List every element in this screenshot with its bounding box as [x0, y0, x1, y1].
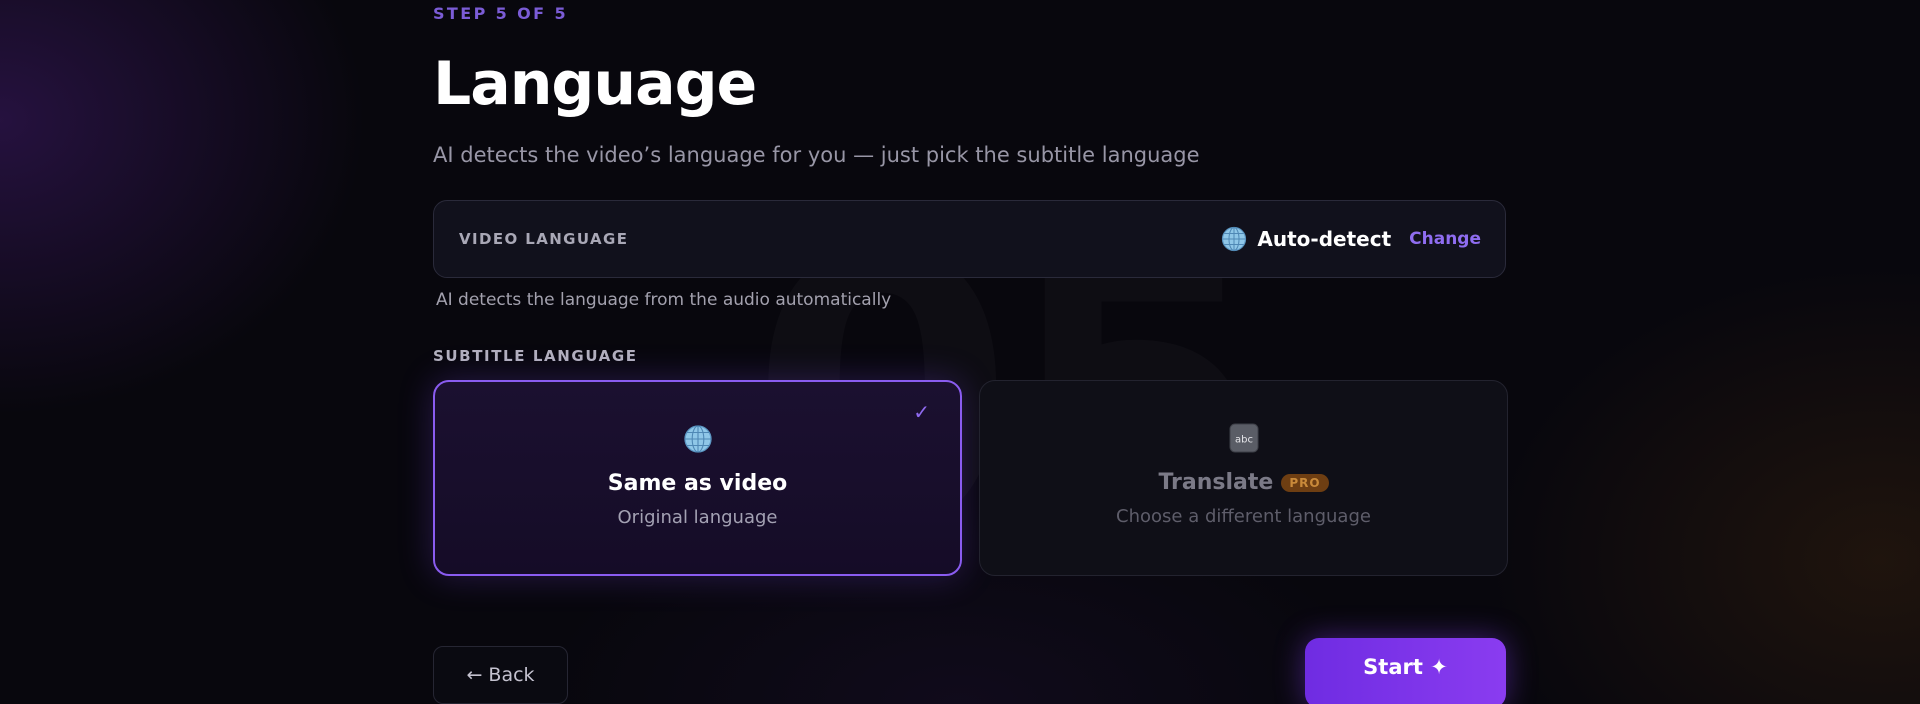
back-button[interactable]: ← Back	[433, 646, 568, 704]
onboarding-page: 05 STEP 5 OF 5 Language AI detects the v…	[0, 0, 1920, 704]
page-title: Language	[433, 49, 757, 119]
video-language-hint: AI detects the language from the audio a…	[436, 290, 892, 310]
option-title: Translate PRO	[1158, 470, 1329, 495]
step-indicator: STEP 5 OF 5	[433, 4, 569, 23]
change-video-language-link[interactable]: Change	[1409, 229, 1481, 249]
globe-icon	[683, 424, 713, 454]
pro-badge: PRO	[1281, 473, 1329, 492]
subtitle-language-label: SUBTITLE LANGUAGE	[433, 347, 638, 365]
start-button[interactable]: Start ✦	[1305, 638, 1506, 704]
subtitle-option-same-as-video[interactable]: ✓ Same as video Original language	[433, 380, 962, 576]
option-description: Choose a different language	[1116, 506, 1371, 527]
abc-icon: abc	[1229, 423, 1259, 453]
video-language-value: Auto-detect	[1257, 227, 1392, 251]
video-language-value-group: Auto-detect Change	[1221, 226, 1481, 252]
video-language-label: VIDEO LANGUAGE	[459, 230, 629, 248]
globe-icon	[1221, 226, 1247, 252]
video-language-row: VIDEO LANGUAGE Auto-detect Change	[433, 200, 1506, 278]
option-title: Same as video	[607, 471, 788, 496]
subtitle-option-translate[interactable]: abc Translate PRO Choose a different lan…	[979, 380, 1508, 576]
svg-text:abc: abc	[1235, 435, 1253, 446]
page-subtitle: AI detects the video’s language for you …	[433, 143, 1200, 167]
option-description: Original language	[617, 507, 778, 528]
check-icon: ✓	[913, 400, 930, 424]
